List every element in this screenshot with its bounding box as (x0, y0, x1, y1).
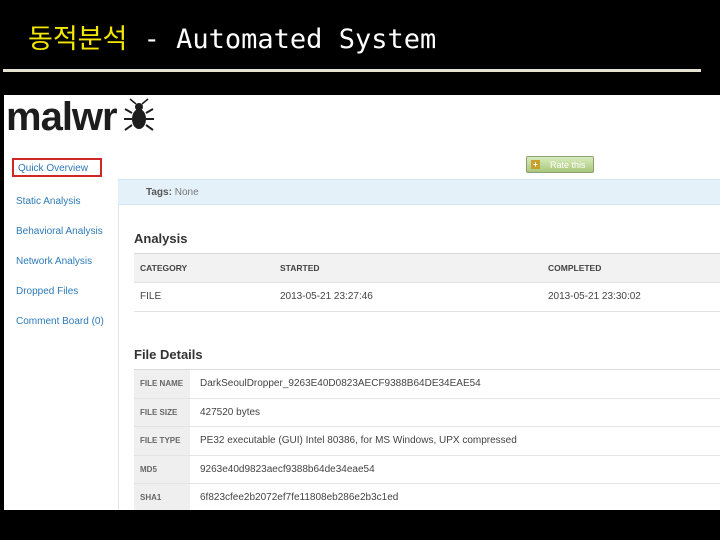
file-size-value: 427520 bytes (200, 406, 261, 418)
sha1-key: SHA1 (134, 484, 190, 510)
category-value: FILE (140, 291, 162, 302)
analysis-table: CATEGORY STARTED COMPLETED FILE 2013-05-… (134, 253, 720, 312)
analysis-header-row: CATEGORY STARTED COMPLETED (134, 254, 720, 283)
table-row: FILE NAME DarkSeoulDropper_9263E40D0823A… (134, 370, 720, 399)
completed-value: 2013-05-21 23:30:02 (548, 291, 641, 302)
sidebar: Quick Overview Static Analysis Behaviora… (4, 158, 118, 510)
plus-icon: + (531, 160, 540, 169)
file-type-key: FILE TYPE (134, 427, 190, 455)
col-header-category: CATEGORY (140, 263, 188, 273)
sidebar-item-quick-overview[interactable]: Quick Overview (12, 158, 102, 177)
file-details-table: FILE NAME DarkSeoulDropper_9263E40D0823A… (134, 369, 720, 510)
tags-label: Tags: (146, 187, 172, 198)
sidebar-item-dropped-files[interactable]: Dropped Files (16, 286, 78, 297)
md5-key: MD5 (134, 455, 190, 483)
sidebar-item-comment-board[interactable]: Comment Board (0) (16, 316, 104, 327)
bug-icon (123, 98, 154, 131)
started-value: 2013-05-21 23:27:46 (280, 291, 373, 302)
col-header-started: STARTED (280, 263, 320, 273)
sidebar-divider (118, 183, 119, 510)
analysis-heading: Analysis (134, 231, 188, 246)
rate-this-label: Rate this (550, 159, 586, 170)
sidebar-item-behavioral-analysis[interactable]: Behavioral Analysis (16, 226, 103, 237)
tags-bar: Tags: None (118, 179, 720, 205)
slide-title-english: - Automated System (127, 24, 437, 55)
md5-value: 9263e40d9823aecf9388b64de34eae54 (200, 463, 375, 475)
rate-this-button[interactable]: + Rate this (526, 156, 594, 173)
file-name-key: FILE NAME (134, 370, 190, 398)
slide-title-korean: 동적분석 (28, 24, 128, 55)
sidebar-item-network-analysis[interactable]: Network Analysis (16, 256, 92, 267)
tags-value: None (174, 187, 199, 198)
file-type-value: PE32 executable (GUI) Intel 80386, for M… (200, 435, 517, 446)
file-size-key: FILE SIZE (134, 398, 190, 426)
malwr-screenshot: malwr + Rate this Quick Overview Static … (4, 95, 720, 510)
table-row: FILE SIZE 427520 bytes (134, 398, 720, 427)
table-row: FILE TYPE PE32 executable (GUI) Intel 80… (134, 427, 720, 456)
file-details-heading: File Details (134, 347, 203, 362)
table-row: FILE 2013-05-21 23:27:46 2013-05-21 23:3… (134, 283, 720, 312)
title-underline (3, 69, 701, 72)
table-row: MD5 9263e40d9823aecf9388b64de34eae54 (134, 455, 720, 484)
file-name-value: DarkSeoulDropper_9263E40D0823AECF9388B64… (200, 378, 481, 389)
sidebar-item-static-analysis[interactable]: Static Analysis (16, 196, 80, 207)
col-header-completed: COMPLETED (548, 263, 602, 273)
sha1-value: 6f823cfee2b2072ef7fe11808eb286e2b3c1ed (200, 492, 399, 503)
table-row: SHA1 6f823cfee2b2072ef7fe11808eb286e2b3c… (134, 484, 720, 510)
slide-title: 동적분석 - Automated System (28, 22, 436, 58)
logo-text: malwr (6, 95, 118, 139)
malwr-logo[interactable]: malwr (6, 97, 157, 137)
